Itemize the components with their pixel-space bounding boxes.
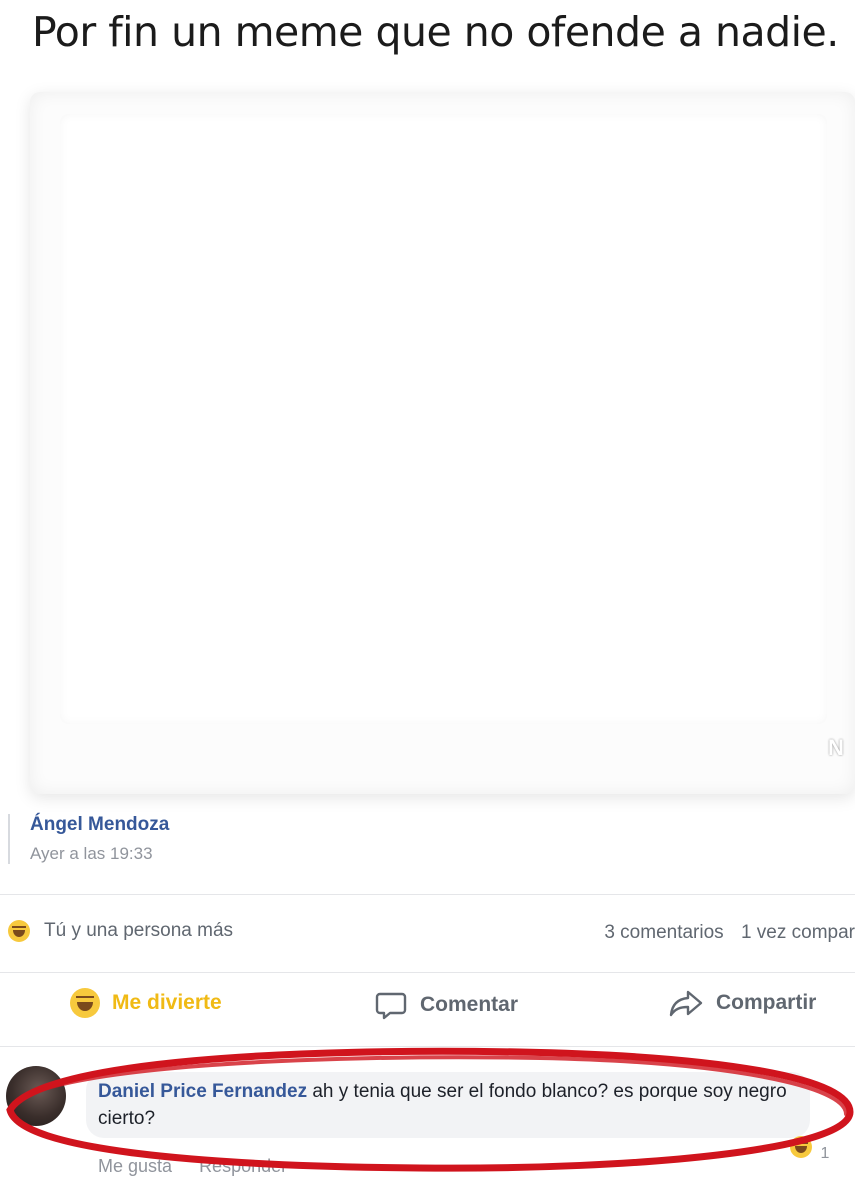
share-arrow-icon: [668, 988, 704, 1018]
divider: [0, 972, 855, 973]
comment-reaction-badge[interactable]: 1: [790, 1136, 829, 1163]
comment-bubble: Daniel Price Fernandez ah y tenia que se…: [86, 1072, 810, 1138]
post-action-bar: Me divierte Comentar Compartir: [0, 988, 855, 1032]
comments-count-link[interactable]: 3 comentarios: [604, 922, 723, 943]
share-button[interactable]: Compartir: [668, 988, 816, 1018]
comment-actions: Me gusta Responder: [98, 1156, 309, 1177]
laugh-emoji-icon: [8, 920, 30, 942]
comment-like-link[interactable]: Me gusta: [98, 1156, 172, 1176]
laugh-emoji-icon: [70, 988, 100, 1018]
watermark-text: N: [828, 735, 844, 760]
comment-reply-link[interactable]: Responder: [199, 1156, 287, 1176]
shares-count-link[interactable]: 1 vez compar: [741, 922, 855, 943]
laugh-emoji-icon: [790, 1136, 812, 1158]
comment-button[interactable]: Comentar: [374, 988, 518, 1022]
post-author-block: Ángel Mendoza Ayer a las 19:33: [8, 814, 169, 864]
meme-caption: Por fin un meme que no ofende a nadie.: [32, 8, 839, 56]
laugh-button-label: Me divierte: [112, 991, 222, 1014]
comment-reaction-count: 1: [820, 1145, 830, 1162]
share-button-label: Compartir: [716, 991, 817, 1014]
reaction-summary-text: Tú y una persona más: [44, 920, 234, 941]
blank-image-panel: [60, 114, 827, 724]
commenter-avatar[interactable]: [6, 1066, 66, 1126]
divider: [0, 894, 855, 895]
post-author-name[interactable]: Ángel Mendoza: [30, 814, 169, 836]
speech-bubble-icon: [374, 988, 408, 1022]
comment-button-label: Comentar: [420, 993, 519, 1016]
laugh-reaction-button[interactable]: Me divierte: [70, 988, 222, 1018]
comment-item: Daniel Price Fernandez ah y tenia que se…: [0, 1060, 855, 1177]
post-timestamp[interactable]: Ayer a las 19:33: [30, 844, 169, 864]
post-stats: 3 comentarios 1 vez compar: [604, 922, 855, 944]
reaction-summary[interactable]: Tú y una persona más: [8, 920, 233, 942]
commenter-name[interactable]: Daniel Price Fernandez: [98, 1081, 307, 1102]
divider: [0, 1046, 855, 1047]
blank-meme-image: [30, 92, 855, 794]
